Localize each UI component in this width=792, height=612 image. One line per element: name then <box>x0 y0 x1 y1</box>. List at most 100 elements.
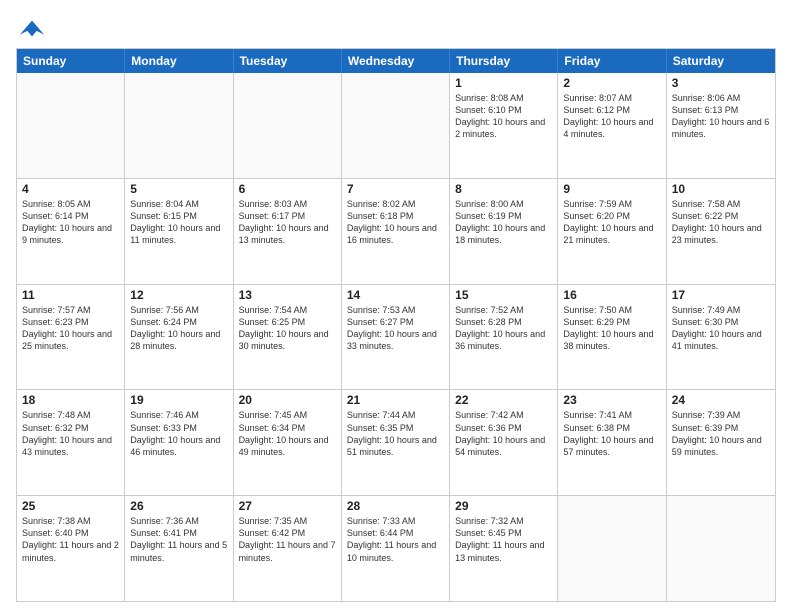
calendar-row-1: 1 Sunrise: 8:08 AM Sunset: 6:10 PM Daylig… <box>17 73 775 178</box>
day-info: Sunrise: 7:49 AM Sunset: 6:30 PM Dayligh… <box>672 304 770 353</box>
calendar-cell-6: 6 Sunrise: 8:03 AM Sunset: 6:17 PM Daylig… <box>234 179 342 284</box>
day-number: 16 <box>563 288 660 302</box>
calendar-row-3: 11 Sunrise: 7:57 AM Sunset: 6:23 PM Dayli… <box>17 284 775 390</box>
calendar-cell-1: 1 Sunrise: 8:08 AM Sunset: 6:10 PM Daylig… <box>450 73 558 178</box>
day-info: Sunrise: 8:04 AM Sunset: 6:15 PM Dayligh… <box>130 198 227 247</box>
day-info: Sunrise: 7:38 AM Sunset: 6:40 PM Dayligh… <box>22 515 119 564</box>
calendar-cell-4: 4 Sunrise: 8:05 AM Sunset: 6:14 PM Daylig… <box>17 179 125 284</box>
logo <box>16 16 46 42</box>
calendar-cell-empty <box>667 496 775 601</box>
day-number: 1 <box>455 76 552 90</box>
day-number: 17 <box>672 288 770 302</box>
day-number: 10 <box>672 182 770 196</box>
calendar-cell-empty <box>342 73 450 178</box>
calendar-row-4: 18 Sunrise: 7:48 AM Sunset: 6:32 PM Dayli… <box>17 389 775 495</box>
calendar-cell-5: 5 Sunrise: 8:04 AM Sunset: 6:15 PM Daylig… <box>125 179 233 284</box>
day-number: 12 <box>130 288 227 302</box>
day-info: Sunrise: 7:48 AM Sunset: 6:32 PM Dayligh… <box>22 409 119 458</box>
day-info: Sunrise: 7:36 AM Sunset: 6:41 PM Dayligh… <box>130 515 227 564</box>
calendar-cell-14: 14 Sunrise: 7:53 AM Sunset: 6:27 PM Dayli… <box>342 285 450 390</box>
calendar-cell-27: 27Sunrise: 7:35 AM Sunset: 6:42 PM Dayli… <box>234 496 342 601</box>
calendar-cell-17: 17 Sunrise: 7:49 AM Sunset: 6:30 PM Dayli… <box>667 285 775 390</box>
day-number: 6 <box>239 182 336 196</box>
day-number: 25 <box>22 499 119 513</box>
calendar-cell-3: 3 Sunrise: 8:06 AM Sunset: 6:13 PM Daylig… <box>667 73 775 178</box>
day-number: 18 <box>22 393 119 407</box>
day-info: Sunrise: 7:56 AM Sunset: 6:24 PM Dayligh… <box>130 304 227 353</box>
day-number: 13 <box>239 288 336 302</box>
day-info: Sunrise: 7:32 AM Sunset: 6:45 PM Dayligh… <box>455 515 552 564</box>
day-info: Sunrise: 7:33 AM Sunset: 6:44 PM Dayligh… <box>347 515 444 564</box>
day-info: Sunrise: 8:03 AM Sunset: 6:17 PM Dayligh… <box>239 198 336 247</box>
day-number: 4 <box>22 182 119 196</box>
calendar-cell-16: 16 Sunrise: 7:50 AM Sunset: 6:29 PM Dayli… <box>558 285 666 390</box>
calendar-cell-26: 26 Sunrise: 7:36 AM Sunset: 6:41 PM Dayli… <box>125 496 233 601</box>
day-info: Sunrise: 7:53 AM Sunset: 6:27 PM Dayligh… <box>347 304 444 353</box>
day-number: 3 <box>672 76 770 90</box>
day-info: Sunrise: 7:45 AM Sunset: 6:34 PM Dayligh… <box>239 409 336 458</box>
day-info: Sunrise: 7:44 AM Sunset: 6:35 PM Dayligh… <box>347 409 444 458</box>
header-day-wednesday: Wednesday <box>342 49 450 73</box>
day-number: 11 <box>22 288 119 302</box>
day-number: 20 <box>239 393 336 407</box>
header-day-thursday: Thursday <box>450 49 558 73</box>
calendar-header: SundayMondayTuesdayWednesdayThursdayFrid… <box>17 49 775 73</box>
day-info: Sunrise: 7:41 AM Sunset: 6:38 PM Dayligh… <box>563 409 660 458</box>
calendar-cell-29: 29 Sunrise: 7:32 AM Sunset: 6:45 PM Dayli… <box>450 496 558 601</box>
day-number: 5 <box>130 182 227 196</box>
day-number: 2 <box>563 76 660 90</box>
day-number: 9 <box>563 182 660 196</box>
calendar-cell-2: 2 Sunrise: 8:07 AM Sunset: 6:12 PM Daylig… <box>558 73 666 178</box>
calendar-cell-9: 9 Sunrise: 7:59 AM Sunset: 6:20 PM Daylig… <box>558 179 666 284</box>
calendar-cell-empty <box>17 73 125 178</box>
day-info: Sunrise: 8:07 AM Sunset: 6:12 PM Dayligh… <box>563 92 660 141</box>
day-info: Sunrise: 8:06 AM Sunset: 6:13 PM Dayligh… <box>672 92 770 141</box>
calendar-cell-20: 20 Sunrise: 7:45 AM Sunset: 6:34 PM Dayli… <box>234 390 342 495</box>
day-info: Sunrise: 7:39 AM Sunset: 6:39 PM Dayligh… <box>672 409 770 458</box>
day-info: Sunrise: 8:00 AM Sunset: 6:19 PM Dayligh… <box>455 198 552 247</box>
day-number: 15 <box>455 288 552 302</box>
header <box>16 12 776 42</box>
calendar-cell-8: 8 Sunrise: 8:00 AM Sunset: 6:19 PM Daylig… <box>450 179 558 284</box>
logo-bird-icon <box>18 16 46 44</box>
day-number: 26 <box>130 499 227 513</box>
calendar-cell-12: 12 Sunrise: 7:56 AM Sunset: 6:24 PM Dayli… <box>125 285 233 390</box>
day-info: Sunrise: 8:08 AM Sunset: 6:10 PM Dayligh… <box>455 92 552 141</box>
calendar-cell-28: 28 Sunrise: 7:33 AM Sunset: 6:44 PM Dayli… <box>342 496 450 601</box>
day-info: Sunrise: 7:42 AM Sunset: 6:36 PM Dayligh… <box>455 409 552 458</box>
day-info: Sunrise: 7:46 AM Sunset: 6:33 PM Dayligh… <box>130 409 227 458</box>
calendar-cell-21: 21Sunrise: 7:44 AM Sunset: 6:35 PM Dayli… <box>342 390 450 495</box>
calendar-cell-19: 19 Sunrise: 7:46 AM Sunset: 6:33 PM Dayli… <box>125 390 233 495</box>
calendar-cell-10: 10 Sunrise: 7:58 AM Sunset: 6:22 PM Dayli… <box>667 179 775 284</box>
header-day-monday: Monday <box>125 49 233 73</box>
day-number: 28 <box>347 499 444 513</box>
day-info: Sunrise: 7:59 AM Sunset: 6:20 PM Dayligh… <box>563 198 660 247</box>
calendar-cell-11: 11 Sunrise: 7:57 AM Sunset: 6:23 PM Dayli… <box>17 285 125 390</box>
day-number: 29 <box>455 499 552 513</box>
day-info: Sunrise: 7:54 AM Sunset: 6:25 PM Dayligh… <box>239 304 336 353</box>
day-info: Sunrise: 7:58 AM Sunset: 6:22 PM Dayligh… <box>672 198 770 247</box>
calendar-cell-18: 18 Sunrise: 7:48 AM Sunset: 6:32 PM Dayli… <box>17 390 125 495</box>
day-info: Sunrise: 7:57 AM Sunset: 6:23 PM Dayligh… <box>22 304 119 353</box>
day-number: 19 <box>130 393 227 407</box>
day-number: 7 <box>347 182 444 196</box>
calendar-row-2: 4 Sunrise: 8:05 AM Sunset: 6:14 PM Daylig… <box>17 178 775 284</box>
calendar-cell-empty <box>234 73 342 178</box>
page: SundayMondayTuesdayWednesdayThursdayFrid… <box>0 0 792 612</box>
day-number: 14 <box>347 288 444 302</box>
header-day-sunday: Sunday <box>17 49 125 73</box>
day-number: 8 <box>455 182 552 196</box>
day-info: Sunrise: 7:50 AM Sunset: 6:29 PM Dayligh… <box>563 304 660 353</box>
day-number: 23 <box>563 393 660 407</box>
calendar-cell-25: 25 Sunrise: 7:38 AM Sunset: 6:40 PM Dayli… <box>17 496 125 601</box>
header-day-tuesday: Tuesday <box>234 49 342 73</box>
day-info: Sunrise: 7:52 AM Sunset: 6:28 PM Dayligh… <box>455 304 552 353</box>
calendar-cell-empty <box>558 496 666 601</box>
day-info: Sunrise: 7:35 AM Sunset: 6:42 PM Dayligh… <box>239 515 336 564</box>
header-day-friday: Friday <box>558 49 666 73</box>
calendar-cell-empty <box>125 73 233 178</box>
day-number: 22 <box>455 393 552 407</box>
day-info: Sunrise: 8:05 AM Sunset: 6:14 PM Dayligh… <box>22 198 119 247</box>
calendar-row-5: 25 Sunrise: 7:38 AM Sunset: 6:40 PM Dayli… <box>17 495 775 601</box>
calendar-cell-7: 7Sunrise: 8:02 AM Sunset: 6:18 PM Daylig… <box>342 179 450 284</box>
